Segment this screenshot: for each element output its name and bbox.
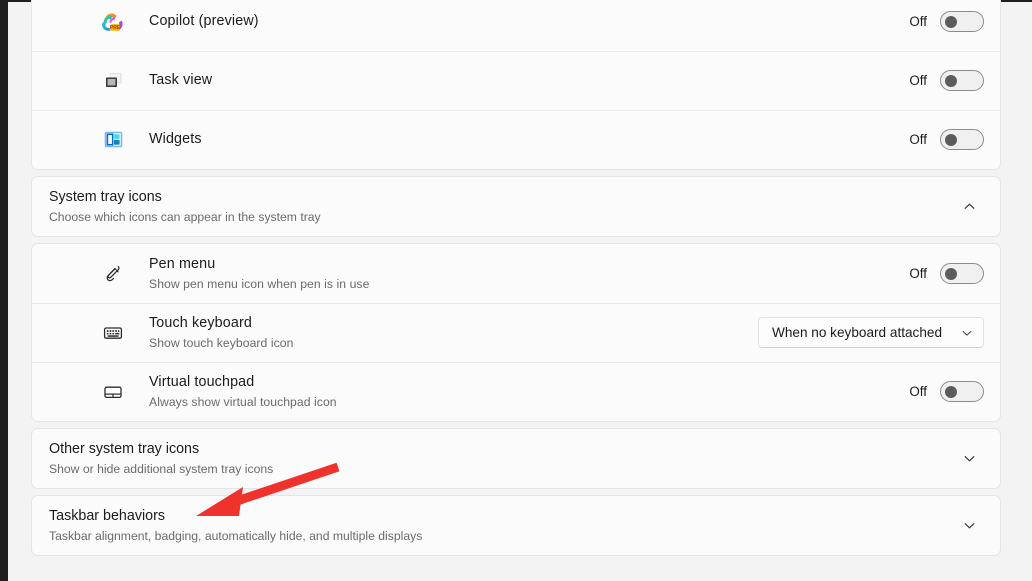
- window-left-edge: [0, 0, 8, 581]
- toggle-thumb: [945, 15, 957, 28]
- setting-subtitle: Show pen menu icon when pen is in use: [149, 277, 370, 291]
- pen-menu-toggle[interactable]: [940, 263, 984, 284]
- setting-row-virtual-touchpad-text: Virtual touchpad Always show virtual tou…: [149, 373, 909, 410]
- section-title: System tray icons: [49, 189, 162, 205]
- copilot-icon: PRE: [98, 7, 128, 37]
- setting-title: Virtual touchpad: [149, 374, 255, 390]
- system-tray-icons-text: System tray icons Choose which icons can…: [49, 188, 954, 225]
- other-system-tray-icons-text: Other system tray icons Show or hide add…: [49, 440, 954, 477]
- touch-keyboard-icon: [98, 318, 128, 348]
- chevron-down-icon[interactable]: [954, 444, 984, 474]
- toggle-state-label: Off: [909, 132, 927, 147]
- widgets-icon: [98, 125, 128, 155]
- toggle-thumb: [945, 133, 957, 146]
- setting-title: Widgets: [149, 131, 202, 147]
- system-tray-icons-expander[interactable]: System tray icons Choose which icons can…: [32, 177, 1000, 236]
- setting-row-copilot-control: Off: [909, 11, 984, 32]
- chevron-down-icon[interactable]: [954, 511, 984, 541]
- setting-title: Task view: [149, 72, 213, 88]
- setting-row-widgets-text: Widgets: [149, 130, 909, 149]
- toggle-thumb: [945, 74, 957, 87]
- pen-menu-icon: [98, 259, 128, 289]
- setting-row-task-view[interactable]: Task view Off: [32, 51, 1000, 110]
- setting-row-touch-keyboard[interactable]: Touch keyboard Show touch keyboard icon …: [32, 303, 1000, 362]
- other-system-tray-icons-expander[interactable]: Other system tray icons Show or hide add…: [32, 429, 1000, 488]
- other-system-tray-icons-card: Other system tray icons Show or hide add…: [31, 428, 1001, 489]
- taskbar-behaviors-card: Taskbar behaviors Taskbar alignment, bad…: [31, 495, 1001, 556]
- setting-row-pen-menu[interactable]: Pen menu Show pen menu icon when pen is …: [32, 244, 1000, 303]
- taskbar-behaviors-text: Taskbar behaviors Taskbar alignment, bad…: [49, 507, 954, 544]
- setting-row-widgets-control: Off: [909, 129, 984, 150]
- setting-row-widgets[interactable]: Widgets Off: [32, 110, 1000, 169]
- virtual-touchpad-toggle[interactable]: [940, 381, 984, 402]
- chevron-down-icon: [961, 327, 973, 339]
- section-subtitle: Show or hide additional system tray icon…: [49, 462, 274, 476]
- toggle-state-label: Off: [909, 14, 927, 29]
- touch-keyboard-combobox[interactable]: When no keyboard attached: [758, 317, 984, 348]
- taskbar-behaviors-expander[interactable]: Taskbar behaviors Taskbar alignment, bad…: [32, 496, 1000, 555]
- toggle-state-label: Off: [909, 73, 927, 88]
- setting-row-copilot-text: Copilot (preview): [149, 12, 909, 31]
- toggle-thumb: [945, 385, 957, 398]
- virtual-touchpad-icon: [98, 377, 128, 407]
- settings-content-scroll: PRE Copilot (preview) Off Task view Off …: [31, 0, 1001, 562]
- setting-title: Copilot (preview): [149, 13, 259, 29]
- taskbar-items-card: PRE Copilot (preview) Off Task view Off …: [31, 0, 1001, 170]
- setting-row-touch-keyboard-control: When no keyboard attached: [758, 317, 984, 348]
- section-title: Other system tray icons: [49, 441, 200, 457]
- svg-text:PRE: PRE: [110, 25, 121, 31]
- toggle-state-label: Off: [909, 384, 927, 399]
- setting-subtitle: Show touch keyboard icon: [149, 336, 294, 350]
- setting-row-task-view-control: Off: [909, 70, 984, 91]
- toggle-state-label: Off: [909, 266, 927, 281]
- setting-row-touch-keyboard-text: Touch keyboard Show touch keyboard icon: [149, 314, 758, 351]
- settings-page: PRE Copilot (preview) Off Task view Off …: [0, 0, 1032, 581]
- task-view-toggle[interactable]: [940, 70, 984, 91]
- setting-row-pen-menu-control: Off: [909, 263, 984, 284]
- widgets-toggle[interactable]: [940, 129, 984, 150]
- section-subtitle: Taskbar alignment, badging, automaticall…: [49, 529, 423, 543]
- section-subtitle: Choose which icons can appear in the sys…: [49, 210, 321, 224]
- combobox-selected-value: When no keyboard attached: [772, 325, 943, 340]
- task-view-icon: [98, 66, 128, 96]
- section-title: Taskbar behaviors: [49, 508, 166, 524]
- system-tray-subsettings-card: Pen menu Show pen menu icon when pen is …: [31, 243, 1001, 422]
- setting-row-virtual-touchpad-control: Off: [909, 381, 984, 402]
- setting-row-copilot[interactable]: PRE Copilot (preview) Off: [32, 0, 1000, 51]
- setting-subtitle: Always show virtual touchpad icon: [149, 395, 337, 409]
- setting-row-task-view-text: Task view: [149, 71, 909, 90]
- toggle-thumb: [945, 267, 957, 280]
- setting-row-virtual-touchpad[interactable]: Virtual touchpad Always show virtual tou…: [32, 362, 1000, 421]
- setting-title: Pen menu: [149, 256, 216, 272]
- copilot-toggle[interactable]: [940, 11, 984, 32]
- setting-row-pen-menu-text: Pen menu Show pen menu icon when pen is …: [149, 255, 909, 292]
- setting-title: Touch keyboard: [149, 315, 252, 331]
- chevron-up-icon[interactable]: [954, 192, 984, 222]
- system-tray-icons-card: System tray icons Choose which icons can…: [31, 176, 1001, 237]
